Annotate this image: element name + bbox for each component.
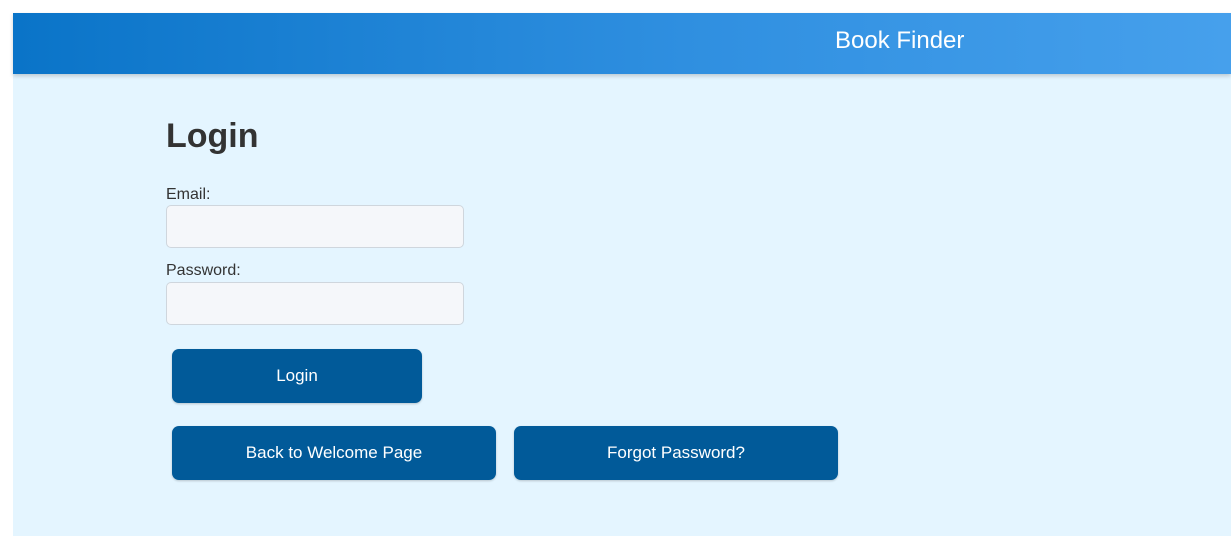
email-label: Email: [166,186,211,203]
page-title: Login [166,117,259,155]
page-frame: Book Finder Login Email: Password: Login… [13,13,1231,536]
forgot-password-button[interactable]: Forgot Password? [514,426,838,480]
password-field[interactable] [166,282,464,325]
email-field[interactable] [166,205,464,248]
app-title: Book Finder [835,27,965,54]
login-button[interactable]: Login [172,349,422,403]
password-label: Password: [166,262,241,279]
app-header: Book Finder [13,13,1231,74]
back-to-welcome-button[interactable]: Back to Welcome Page [172,426,496,480]
